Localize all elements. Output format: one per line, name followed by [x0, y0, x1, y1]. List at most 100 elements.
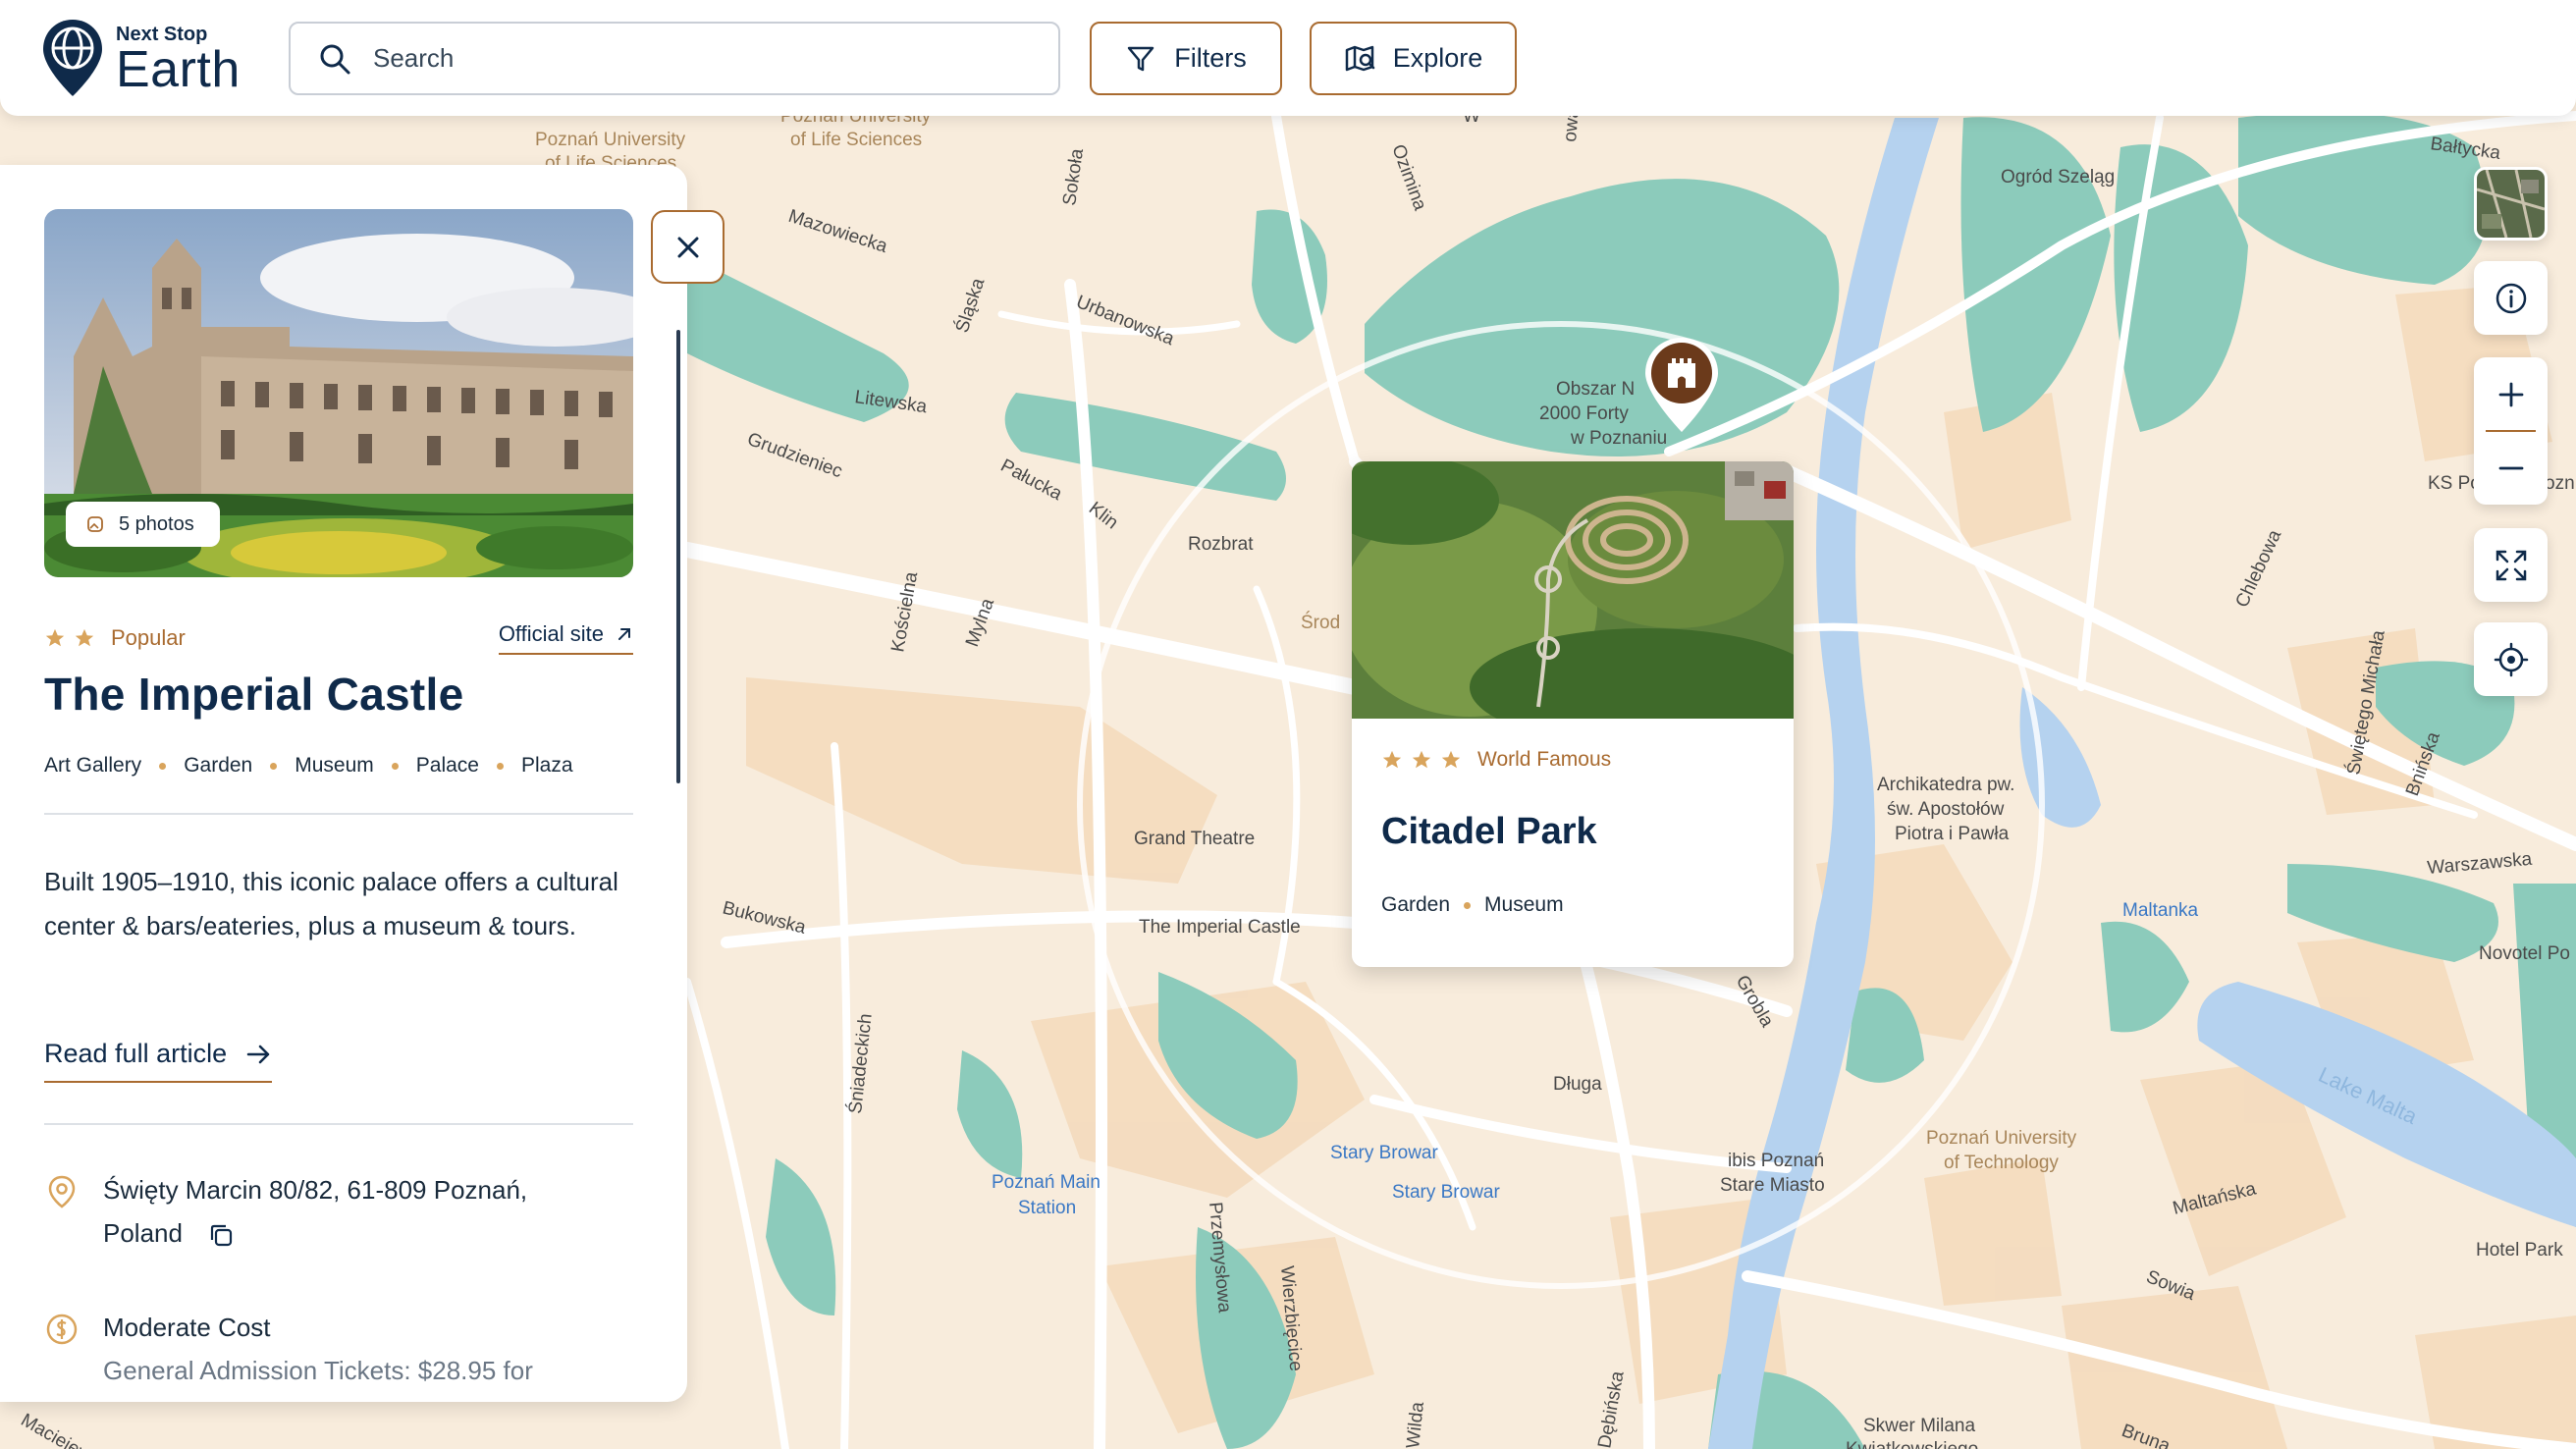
zoom-out-button[interactable]	[2474, 431, 2548, 505]
dollar-coin-icon	[46, 1314, 78, 1345]
locate-me-button[interactable]	[2474, 622, 2548, 696]
place-preview-card[interactable]: World Famous Citadel Park Garden Museum	[1352, 461, 1794, 967]
map-label: Piotra i Pawła	[1895, 824, 2010, 844]
map-label: Station	[1018, 1198, 1076, 1218]
cost-row: Moderate Cost General Admission Tickets:…	[44, 1306, 533, 1392]
map-label: Rozbrat	[1188, 534, 1254, 555]
crosshair-icon	[2494, 642, 2528, 676]
copy-icon[interactable]	[207, 1221, 235, 1249]
search-box[interactable]	[289, 22, 1060, 95]
map-label: The Imperial Castle	[1139, 917, 1301, 938]
map-label: of Technology	[1944, 1153, 2059, 1173]
category-tag: Plaza	[520, 754, 573, 777]
category-tag: Garden	[184, 754, 253, 777]
fullscreen-icon	[2496, 550, 2526, 580]
map-search-icon	[1345, 45, 1374, 71]
map-label: Grand Theatre	[1134, 829, 1255, 849]
map-label: Poznań University	[1926, 1128, 2077, 1149]
place-details-panel[interactable]: 5 photos Popular Official site The Imper…	[0, 165, 687, 1402]
search-icon	[320, 44, 350, 74]
map-label: Obszar N	[1556, 379, 1635, 400]
zoom-controls	[2474, 357, 2548, 505]
map-label: Novotel Po	[2479, 943, 2570, 964]
map-label: Stary Browar	[1392, 1182, 1500, 1203]
official-site-link[interactable]: Official site	[498, 621, 633, 655]
official-site-label: Official site	[498, 621, 604, 646]
close-icon	[677, 237, 698, 257]
close-panel-button[interactable]	[651, 210, 724, 284]
logo[interactable]: Next Stop Earth	[41, 18, 241, 98]
place-description: Built 1905–1910, this iconic palace offe…	[44, 867, 618, 940]
minus-icon	[2498, 466, 2523, 469]
category-tags: Art Gallery Garden Museum Palace Plaza	[44, 754, 573, 778]
satellite-layer-toggle[interactable]	[2474, 167, 2548, 241]
map-label: Poznań Main	[992, 1172, 1100, 1193]
map-label: Archikatedra pw.	[1877, 775, 2014, 795]
popup-rating-row: World Famous	[1381, 748, 1611, 772]
map-label: Skwer Milana	[1863, 1416, 1975, 1436]
separator-dot	[391, 762, 399, 770]
fullscreen-button[interactable]	[2474, 528, 2548, 602]
category-tag: Garden	[1381, 893, 1451, 916]
map-label: Długa	[1553, 1074, 1602, 1095]
rating-row: Popular Official site	[44, 621, 633, 655]
map-label: of Life Sciences	[790, 130, 922, 150]
panel-scrollbar[interactable]	[676, 330, 680, 783]
divider	[44, 1123, 633, 1125]
star-icon	[1441, 750, 1461, 769]
address-line-1: Święty Marcin 80/82, 61-809 Poznań,	[103, 1175, 528, 1205]
globe-pin-icon	[43, 20, 102, 96]
filters-button[interactable]: Filters	[1090, 22, 1282, 95]
category-tag: Palace	[415, 754, 479, 777]
map-label: KS Po	[2428, 473, 2481, 494]
category-tag: Museum	[295, 754, 374, 777]
map-label: Stary Browar	[1330, 1143, 1438, 1163]
search-input[interactable]	[373, 43, 1041, 74]
map-label: Maltanka	[2122, 900, 2199, 921]
separator-dot	[496, 762, 504, 770]
map-info-button[interactable]	[2474, 261, 2548, 335]
place-title: The Imperial Castle	[44, 669, 464, 720]
separator-dot	[159, 762, 167, 770]
cost-label: Moderate Cost	[103, 1313, 271, 1342]
map-label: Środ	[1301, 612, 1340, 633]
popup-popularity-label: World Famous	[1477, 748, 1612, 771]
read-article-link[interactable]: Read full article	[44, 1039, 273, 1083]
popup-title: Citadel Park	[1381, 811, 1597, 852]
star-icon	[45, 628, 65, 647]
place-photo[interactable]: 5 photos	[44, 209, 633, 577]
map-label: ibis Poznań	[1728, 1151, 1824, 1171]
category-tag: Museum	[1484, 893, 1564, 916]
map-label: św. Apostołów	[1887, 799, 2005, 820]
castle-map-marker[interactable]	[1639, 334, 1724, 442]
map-label: Ogród Szeląg	[2001, 167, 2115, 188]
map-label: 2000 Forty	[1539, 403, 1629, 424]
popularity-label: Popular	[111, 625, 186, 650]
filters-label: Filters	[1174, 43, 1247, 73]
arrow-right-icon	[246, 1045, 270, 1063]
map-label: Poznań University	[535, 130, 686, 150]
star-icon	[75, 628, 94, 647]
address-row: Święty Marcin 80/82, 61-809 Poznań, Pola…	[44, 1168, 527, 1255]
photo-count-badge[interactable]: 5 photos	[66, 502, 220, 547]
satellite-thumbnail-image	[2477, 170, 2545, 238]
gallery-icon	[87, 516, 103, 532]
top-bar: Next Stop Earth Filters Explore	[0, 0, 2576, 116]
filter-icon	[1128, 46, 1154, 71]
divider	[44, 813, 633, 815]
photo-count-label: 5 photos	[119, 512, 194, 535]
explore-button[interactable]: Explore	[1310, 22, 1517, 95]
zoom-divider	[2486, 430, 2536, 432]
location-pin-icon	[48, 1175, 76, 1208]
park-aerial-image	[1352, 461, 1794, 746]
star-icon	[1412, 750, 1431, 769]
map-label: ozn	[2545, 473, 2575, 494]
external-link-icon	[618, 628, 630, 640]
plus-icon	[2498, 382, 2523, 406]
address-line-2: Poland	[103, 1218, 183, 1248]
zoom-in-button[interactable]	[2474, 357, 2548, 431]
category-tag: Art Gallery	[44, 754, 142, 777]
explore-label: Explore	[1392, 43, 1483, 73]
map-label: Stare Miasto	[1720, 1175, 1825, 1196]
map-label: Kwiatkowskiego	[1846, 1439, 1978, 1449]
